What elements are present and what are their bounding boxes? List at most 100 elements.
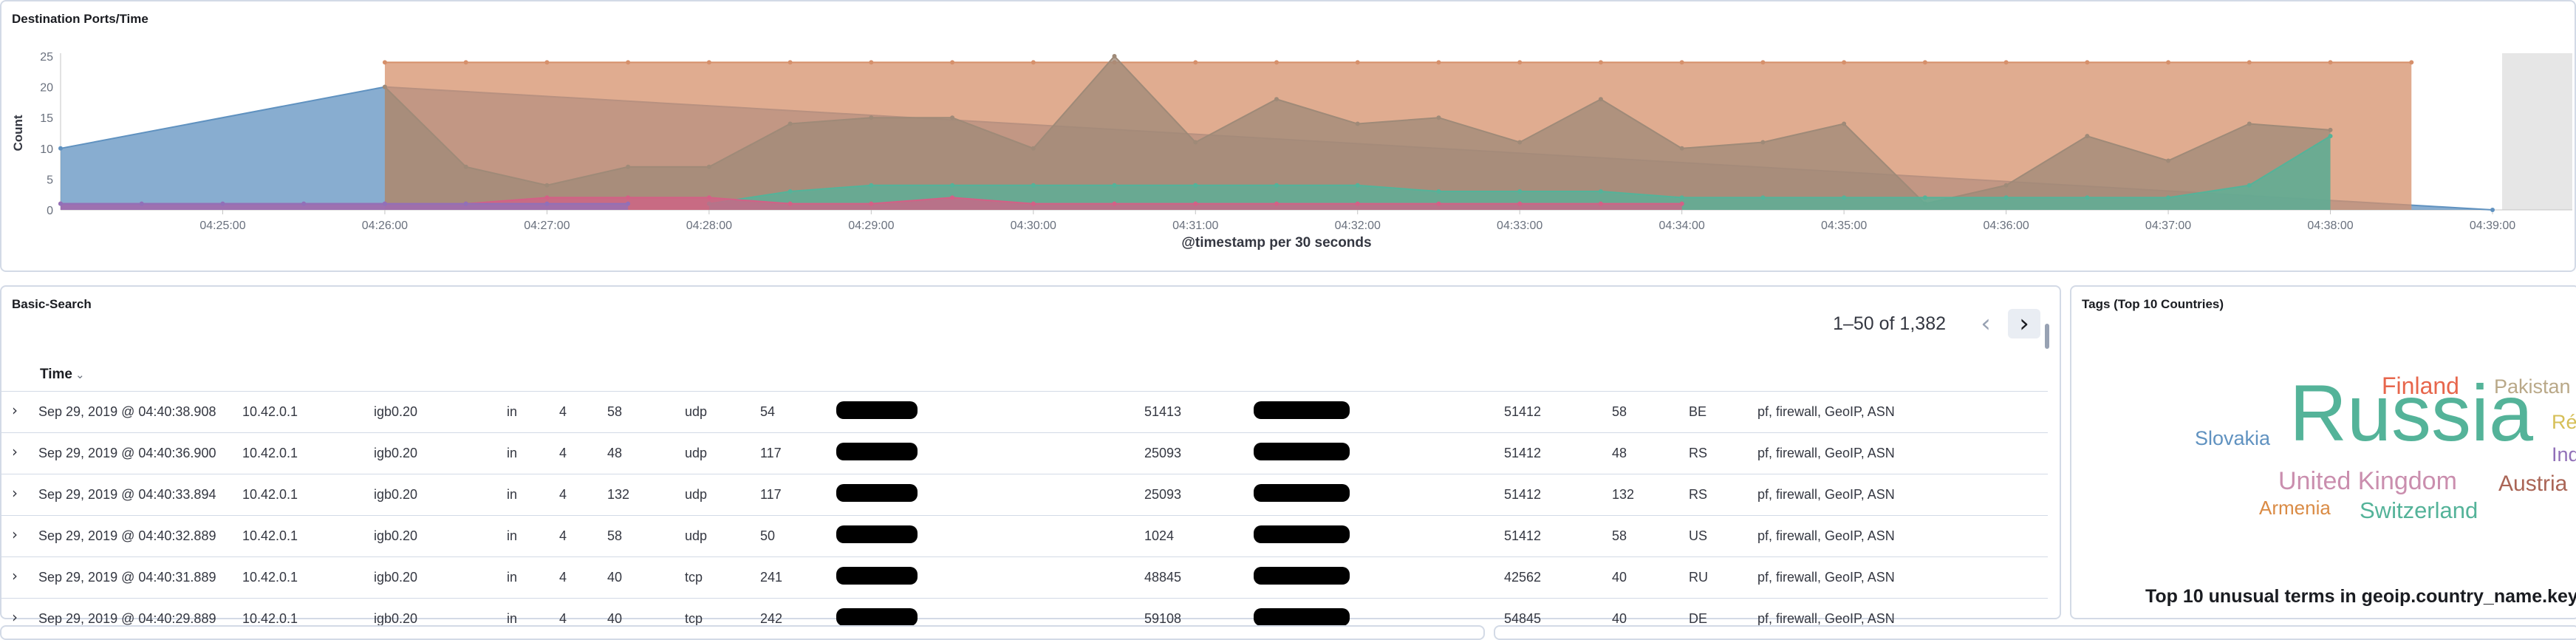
redacted-source-ip [836,484,918,502]
bottom-right-panel [1494,625,2576,640]
data-point [2328,127,2333,132]
table-header: Time ⌄ [1,359,2048,390]
tag-cloud-word[interactable]: Armenia [2259,497,2331,520]
cell-tags: pf, firewall, GeoIP, ASN [1757,446,1895,460]
cell-dir: in [507,570,518,585]
column-header-time[interactable]: Time [40,367,72,383]
x-tick-label: 04:28:00 [686,219,732,232]
cell-n1: 241 [760,570,783,585]
tag-cloud-word[interactable]: Finland [2382,372,2459,400]
data-point [2003,195,2009,200]
cell-dir: in [507,487,518,502]
cell-ip: 10.42.0.1 [242,487,298,502]
tag-cloud-word[interactable]: Slovakia [2195,427,2270,450]
cell-ver: 4 [559,446,567,460]
tag-cloud-caption: Top 10 unusual terms in geoip.country_na… [2145,586,2576,607]
scrollbar-thumb[interactable] [2045,324,2049,349]
tag-cloud-word[interactable]: Austria [2498,472,2567,497]
data-point [1679,195,1684,200]
data-point [1436,189,1441,194]
data-point [463,60,468,65]
cell-dport: 51412 [1504,446,1542,460]
x-tick-label: 04:37:00 [2145,219,2191,232]
x-tick-label: 04:29:00 [848,219,894,232]
data-point [1031,60,1036,65]
data-point [1355,183,1360,188]
chevron-right-icon[interactable]: › [2008,309,2040,338]
y-tick-label: 5 [47,174,53,186]
expand-row-icon[interactable]: › [12,443,18,460]
data-point [301,201,307,206]
tag-cloud-word[interactable]: Ré [2552,411,2576,434]
chart-panel-title: Destination Ports/Time [12,12,148,26]
redacted-destination-ip [1254,525,1350,543]
x-tick-label: 04:34:00 [1659,219,1705,232]
cell-tags: pf, firewall, GeoIP, ASN [1757,404,1895,419]
cell-proto: udp [685,487,708,502]
data-point [1193,183,1198,188]
data-point [463,164,468,169]
data-point [950,183,955,188]
expand-row-icon[interactable]: › [12,525,18,543]
cell-ver: 4 [559,570,567,585]
data-point [1112,201,1117,206]
table-row[interactable]: › Sep 29, 2019 @ 04:40:38.908 10.42.0.1 igb… [1,391,2048,433]
area-series-5 [61,203,629,210]
table-row[interactable]: › Sep 29, 2019 @ 04:40:32.889 10.42.0.1 igb… [1,515,2048,557]
data-point [1922,60,1927,65]
redacted-destination-ip [1254,443,1350,460]
table-row[interactable]: › Sep 29, 2019 @ 04:40:33.894 10.42.0.1 igb… [1,474,2048,516]
cell-iface: igb0.20 [374,528,418,543]
sort-arrow-icon[interactable]: ⌄ [75,368,85,381]
data-point [544,201,550,206]
data-point [706,164,711,169]
bottom-left-panel [0,625,1485,640]
cell-sport: 48845 [1144,570,1182,585]
x-tick-label: 04:33:00 [1497,219,1542,232]
y-axis-title: Count [11,115,25,151]
cell-dir: in [507,528,518,543]
data-point [1436,201,1441,206]
data-point [2409,60,2414,65]
cell-n2: 40 [1612,570,1627,585]
cell-tags: pf, firewall, GeoIP, ASN [1757,487,1895,502]
data-point [1517,189,1523,194]
data-point [58,201,63,206]
expand-row-icon[interactable]: › [12,567,18,585]
chevron-left-icon[interactable]: ‹ [1969,309,2002,338]
data-point [382,84,387,89]
expand-row-icon[interactable]: › [12,608,18,626]
table-row[interactable]: › Sep 29, 2019 @ 04:40:31.889 10.42.0.1 igb… [1,556,2048,599]
cell-cc: RS [1689,487,1708,502]
cell-iface: igb0.20 [374,611,418,626]
tag-cloud-word[interactable]: Pakistan [2494,375,2571,398]
cell-proto: udp [685,446,708,460]
data-point [1598,97,1603,102]
cell-sport: 25093 [1144,487,1182,502]
cell-dport: 51412 [1504,528,1542,543]
tag-cloud-word[interactable]: Ind [2552,443,2576,466]
data-point [1517,140,1523,145]
x-tick-label: 04:36:00 [1983,219,2029,232]
data-point [1922,195,1927,200]
data-point [950,60,955,65]
cell-len: 58 [607,404,623,419]
tag-cloud-word[interactable]: United Kingdom [2278,467,2457,496]
data-point [2247,121,2252,126]
cell-n1: 50 [760,528,776,543]
x-tick-label: 04:31:00 [1172,219,1218,232]
data-point [1112,183,1117,188]
expand-row-icon[interactable]: › [12,484,18,502]
destination-ports-chart[interactable]: 0 5 10 15 20 25 04:25:00 04:26:00 04:27:00 04:28:… [1,1,2576,272]
data-point [626,195,631,200]
data-point [626,164,631,169]
data-point [706,60,711,65]
expand-row-icon[interactable]: › [12,401,18,419]
y-tick-label: 0 [47,205,53,217]
cell-proto: udp [685,404,708,419]
cell-iface: igb0.20 [374,446,418,460]
data-point [2085,195,2090,200]
tag-cloud-word[interactable]: Switzerland [2360,497,2478,524]
table-row[interactable]: › Sep 29, 2019 @ 04:40:36.900 10.42.0.1 igb… [1,432,2048,474]
data-point [2166,195,2171,200]
